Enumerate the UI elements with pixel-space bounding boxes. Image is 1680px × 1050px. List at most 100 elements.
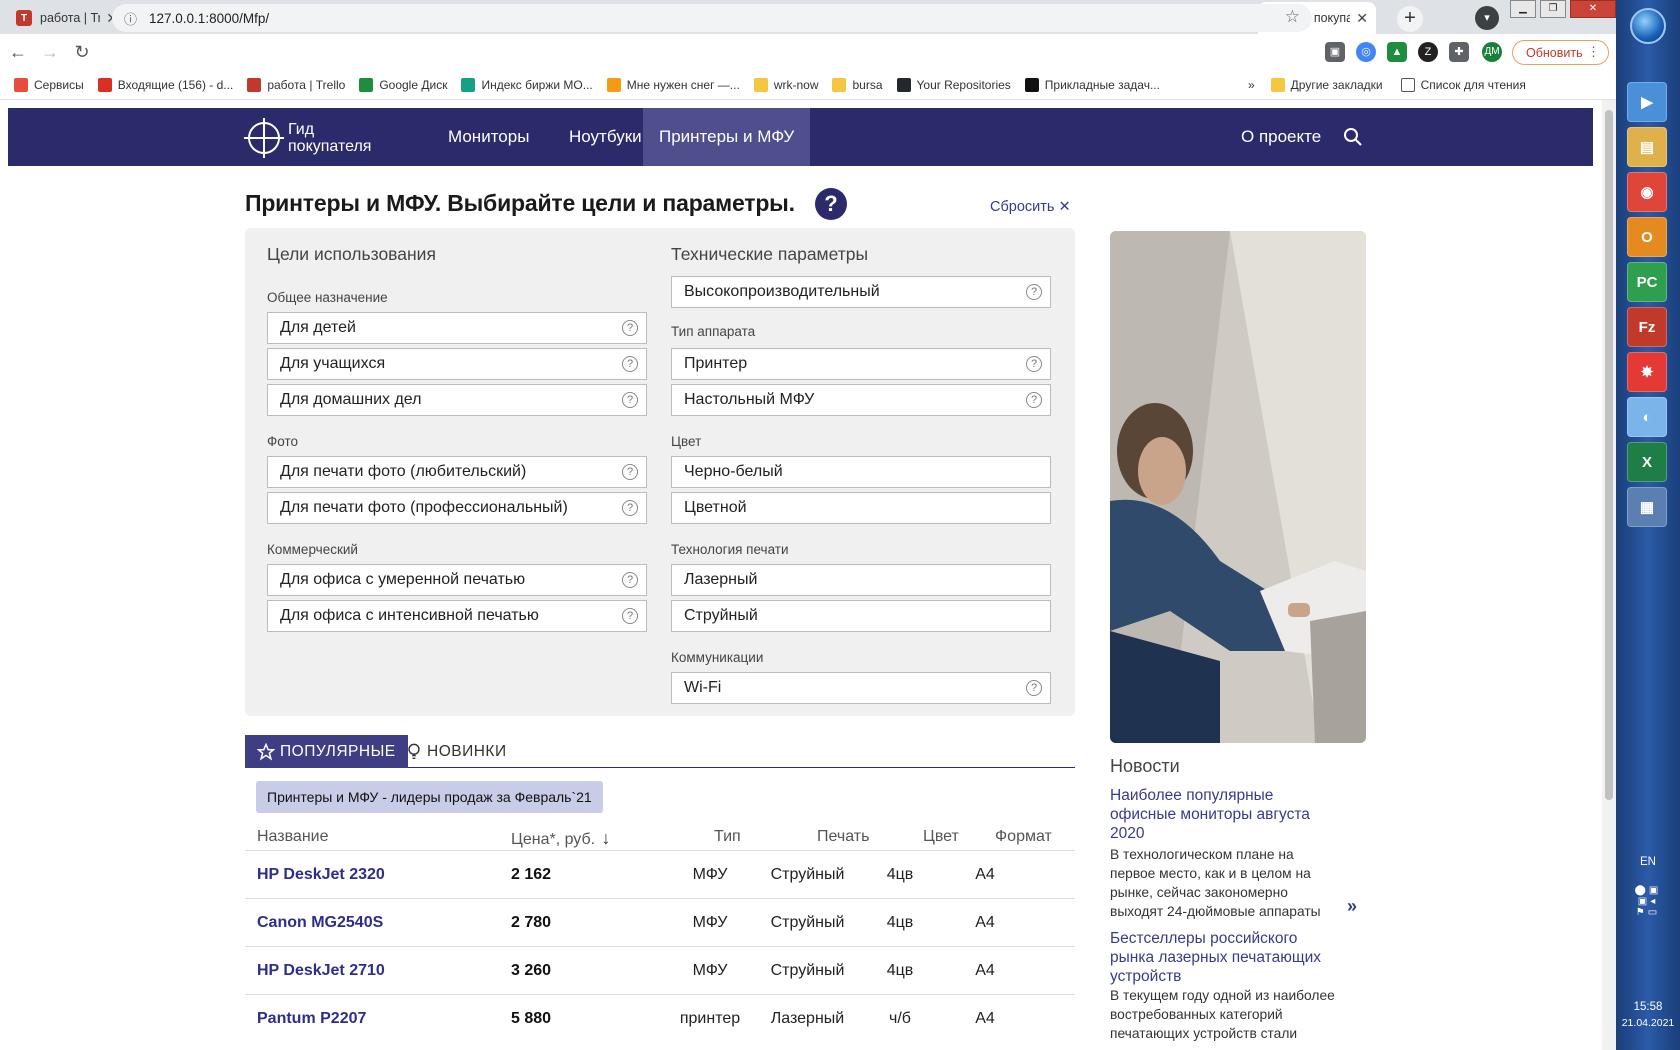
column-header-print[interactable]: Печать bbox=[817, 828, 869, 846]
column-header-format[interactable]: Формат bbox=[995, 828, 1052, 846]
bookmark-item[interactable]: bursa bbox=[832, 77, 883, 92]
calculator-icon[interactable]: ▦ bbox=[1627, 487, 1667, 527]
filter-option[interactable]: Цветной bbox=[671, 492, 1051, 524]
tab-new[interactable]: НОВИНКИ bbox=[395, 735, 519, 768]
maximize-button[interactable]: ❐ bbox=[1540, 0, 1566, 18]
bookmark-item[interactable]: Мне нужен снег —... bbox=[606, 77, 740, 92]
nav-laptops[interactable]: Ноутбуки bbox=[553, 108, 658, 166]
product-name-link[interactable]: Pantum P2207 bbox=[257, 995, 366, 1043]
minimize-button[interactable]: ▁ bbox=[1510, 0, 1536, 18]
app-icon[interactable]: ✸ bbox=[1627, 352, 1667, 392]
menu-icon[interactable]: ⋮ bbox=[1587, 44, 1600, 60]
help-icon[interactable]: ? bbox=[622, 464, 638, 480]
tray-icons[interactable]: ⬤▣ ▣◂ ⚑▭ bbox=[1616, 885, 1680, 918]
bookmark-item[interactable]: работа | Trello bbox=[247, 77, 345, 92]
table-row[interactable]: HP DeskJet 2320 2 162 МФУ Струйный 4цв A4 bbox=[245, 850, 1075, 898]
bookmark-item[interactable]: Прикладные задач... bbox=[1024, 77, 1160, 92]
media-player-icon[interactable]: ▶ bbox=[1627, 82, 1667, 122]
help-icon[interactable]: ? bbox=[622, 320, 638, 336]
filter-option[interactable]: Для печати фото (профессиональный)? bbox=[267, 492, 647, 524]
extension-icon[interactable]: ▣ bbox=[1325, 42, 1345, 62]
reset-filters-link[interactable]: Сбросить ✕ bbox=[990, 199, 1071, 215]
site-info-icon[interactable]: ⓘ bbox=[124, 9, 137, 28]
news-link[interactable]: Наиболее популярные офисные мониторы авг… bbox=[1110, 786, 1340, 843]
filezilla-icon[interactable]: Fz bbox=[1627, 307, 1667, 347]
nav-about[interactable]: О проекте bbox=[1225, 108, 1337, 166]
table-row[interactable]: HP DeskJet 2710 3 260 МФУ Струйный 4цв A4 bbox=[245, 946, 1075, 994]
close-icon[interactable]: ✕ bbox=[1356, 10, 1368, 27]
page-scrollbar[interactable] bbox=[1602, 100, 1616, 1050]
bookmark-item[interactable]: Список для чтения bbox=[1400, 77, 1526, 92]
paint-icon[interactable]: ◐ bbox=[1627, 397, 1667, 437]
more-bookmarks-icon[interactable]: » bbox=[1248, 78, 1255, 92]
product-name-link[interactable]: Canon MG2540S bbox=[257, 899, 383, 947]
bookmark-item[interactable]: Your Repositories bbox=[896, 77, 1011, 92]
bookmark-item[interactable]: Другие закладки bbox=[1270, 77, 1383, 92]
help-icon[interactable]: ? bbox=[1026, 392, 1042, 408]
clock-date[interactable]: 21.04.2021 bbox=[1616, 1017, 1680, 1029]
news-link[interactable]: Бестселлеры российского рынка лазерных п… bbox=[1110, 929, 1340, 986]
filter-option[interactable]: Для печати фото (любительский)? bbox=[267, 456, 647, 488]
excel-icon[interactable]: X bbox=[1627, 442, 1667, 482]
filter-option[interactable]: Для офиса с интенсивной печатью? bbox=[267, 600, 647, 632]
filter-option[interactable]: Лазерный bbox=[671, 564, 1051, 596]
column-header-name[interactable]: Название bbox=[257, 828, 329, 846]
column-header-price[interactable]: Цена*, руб. ↓ bbox=[511, 828, 611, 849]
help-button[interactable]: ? bbox=[815, 188, 847, 220]
nav-printers[interactable]: Принтеры и МФУ bbox=[643, 108, 811, 166]
table-row[interactable]: Pantum P2207 5 880 принтер Лазерный ч/б A4 bbox=[245, 994, 1075, 1042]
filter-option[interactable]: Для учащихся? bbox=[267, 348, 647, 380]
filter-option[interactable]: Для детей? bbox=[267, 312, 647, 344]
help-icon[interactable]: ? bbox=[1026, 356, 1042, 372]
update-button[interactable]: Обновить ⋮ bbox=[1512, 40, 1609, 65]
address-bar[interactable]: ⓘ 127.0.0.1:8000/Mfp/ ☆ bbox=[112, 4, 1312, 32]
help-icon[interactable]: ? bbox=[622, 392, 638, 408]
bookmark-star-icon[interactable]: ☆ bbox=[1285, 7, 1300, 27]
explorer-icon[interactable]: ▤ bbox=[1627, 127, 1667, 167]
nav-monitors[interactable]: Мониторы bbox=[432, 108, 545, 166]
filter-option[interactable]: Струйный bbox=[671, 600, 1051, 632]
tab-search-button[interactable]: ▾ bbox=[1475, 6, 1499, 30]
help-icon[interactable]: ? bbox=[622, 356, 638, 372]
bookmark-item[interactable]: Сервисы bbox=[14, 77, 84, 92]
filter-option[interactable]: Настольный МФУ? bbox=[671, 384, 1051, 416]
outlook-icon[interactable]: O bbox=[1627, 217, 1667, 257]
clock-time[interactable]: 15:58 bbox=[1616, 1001, 1680, 1013]
extension-icon[interactable]: ◎ bbox=[1356, 42, 1376, 62]
column-header-type[interactable]: Тип bbox=[714, 828, 741, 846]
close-window-button[interactable]: ✕ bbox=[1570, 0, 1616, 18]
pycharm-icon[interactable]: PC bbox=[1627, 262, 1667, 302]
product-name-link[interactable]: HP DeskJet 2320 bbox=[257, 851, 385, 899]
bookmark-item[interactable]: Входящие (156) - d... bbox=[97, 77, 233, 92]
back-icon[interactable]: ← bbox=[4, 42, 32, 63]
filter-option[interactable]: Wi-Fi? bbox=[671, 672, 1051, 704]
filter-option[interactable]: Высокопроизводительный? bbox=[671, 276, 1051, 308]
table-row[interactable]: Canon MG2540S 2 780 МФУ Струйный 4цв A4 bbox=[245, 898, 1075, 946]
new-tab-button[interactable]: + bbox=[1397, 6, 1423, 32]
forward-icon[interactable]: → bbox=[36, 42, 64, 63]
help-icon[interactable]: ? bbox=[622, 572, 638, 588]
help-icon[interactable]: ? bbox=[1026, 680, 1042, 696]
help-icon[interactable]: ? bbox=[622, 608, 638, 624]
bookmark-item[interactable]: wrk-now bbox=[753, 77, 818, 92]
scrollbar-thumb[interactable] bbox=[1605, 110, 1613, 800]
filter-option[interactable]: Для офиса с умеренной печатью? bbox=[267, 564, 647, 596]
extension-icon[interactable]: Z bbox=[1418, 42, 1438, 62]
browser-tab[interactable]: Tработа | Trello✕ bbox=[8, 2, 126, 34]
chrome-icon[interactable]: ◉ bbox=[1627, 172, 1667, 212]
site-logo[interactable]: Гид покупателя bbox=[244, 118, 371, 158]
advertisement-image[interactable] bbox=[1110, 231, 1366, 743]
puzzle-icon[interactable]: ✚ bbox=[1449, 42, 1469, 62]
help-icon[interactable]: ? bbox=[622, 500, 638, 516]
column-header-color[interactable]: Цвет bbox=[923, 828, 959, 846]
language-indicator[interactable]: EN bbox=[1616, 856, 1680, 868]
start-button[interactable] bbox=[1630, 8, 1666, 44]
bookmark-item[interactable]: Индекс биржи МО... bbox=[461, 77, 593, 92]
avatar[interactable]: ДМ bbox=[1482, 42, 1502, 62]
filter-option[interactable]: Принтер? bbox=[671, 348, 1051, 380]
double-chevron-right-icon[interactable]: » bbox=[1347, 896, 1357, 917]
product-name-link[interactable]: HP DeskJet 2710 bbox=[257, 947, 385, 995]
reload-icon[interactable]: ↻ bbox=[68, 42, 96, 63]
filter-option[interactable]: Черно-белый bbox=[671, 456, 1051, 488]
bookmark-item[interactable]: Google Диск bbox=[359, 77, 447, 92]
